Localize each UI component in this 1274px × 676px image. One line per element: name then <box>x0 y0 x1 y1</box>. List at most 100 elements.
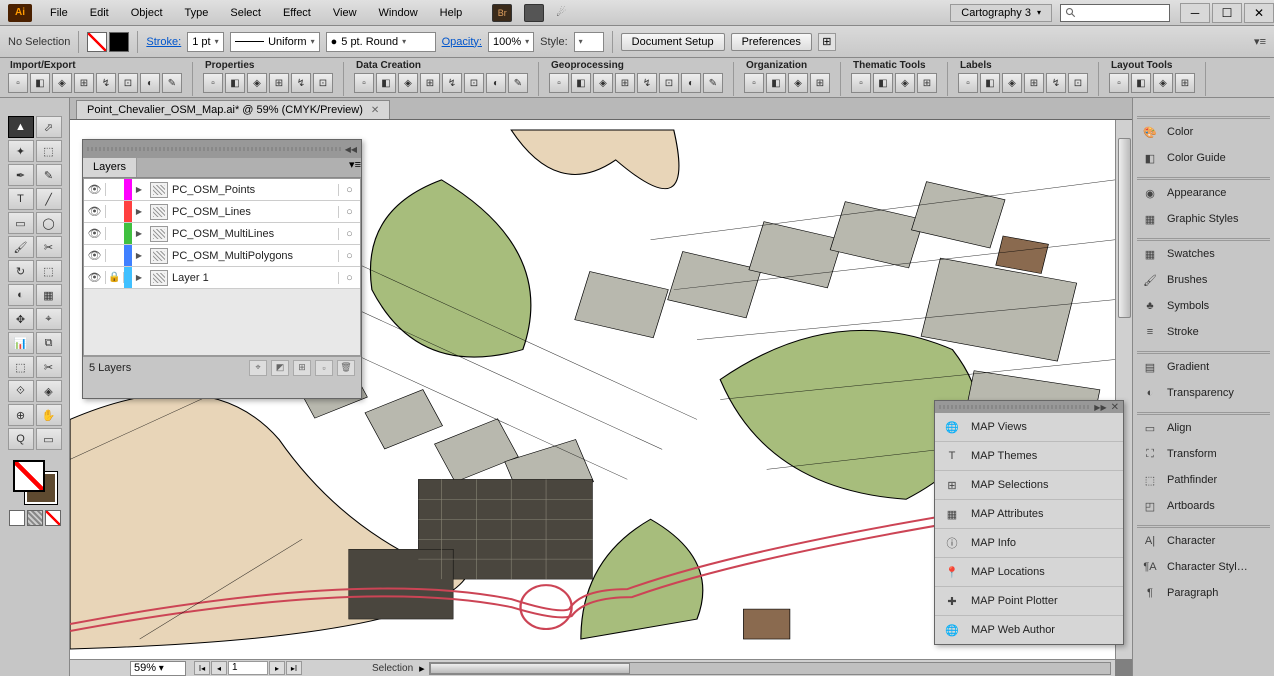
toolbar-button[interactable]: ▫ <box>958 73 978 93</box>
arrange-docs-icon[interactable] <box>524 4 544 22</box>
first-artboard-button[interactable]: I◂ <box>194 661 210 675</box>
toolbar-button[interactable]: ↯ <box>96 73 116 93</box>
toolbar-button[interactable]: ✎ <box>162 73 182 93</box>
target-icon[interactable]: ○ <box>338 228 360 240</box>
tool-button[interactable]: ╱ <box>36 188 62 210</box>
style-dropdown[interactable] <box>574 32 604 52</box>
toolbar-button[interactable]: ◐ <box>486 73 506 93</box>
expand-layer-icon[interactable]: ▶ <box>132 251 146 260</box>
toolbar-button[interactable]: ⊡ <box>1068 73 1088 93</box>
draw-mode-icons[interactable] <box>9 510 61 526</box>
collapse-panel-icon[interactable]: ◀◀ <box>345 145 357 154</box>
horizontal-scrollbar[interactable] <box>429 662 1111 675</box>
panel-shortcut[interactable]: ◉Appearance <box>1137 180 1270 206</box>
menu-help[interactable]: Help <box>430 3 473 23</box>
fill-swatch[interactable] <box>87 32 107 52</box>
new-sublayer-icon[interactable]: ⊞ <box>293 360 311 376</box>
tool-button[interactable]: ✋ <box>36 404 62 426</box>
target-icon[interactable]: ○ <box>338 250 360 262</box>
tool-button[interactable]: ⊕ <box>8 404 34 426</box>
layer-row[interactable]: 👁🔒▶Layer 1○ <box>84 267 360 289</box>
tool-button[interactable]: ✒ <box>8 164 34 186</box>
map-panel-item[interactable]: 🌐MAP Views <box>935 413 1123 442</box>
toolbar-button[interactable]: ⊡ <box>659 73 679 93</box>
toolbar-button[interactable]: ◈ <box>593 73 613 93</box>
menu-select[interactable]: Select <box>220 3 271 23</box>
toolbar-button[interactable]: ◐ <box>681 73 701 93</box>
menu-effect[interactable]: Effect <box>273 3 321 23</box>
tool-button[interactable]: ◈ <box>36 380 62 402</box>
tool-button[interactable]: ▦ <box>36 284 62 306</box>
toolbar-button[interactable]: ⊞ <box>615 73 635 93</box>
tool-button[interactable]: ⬚ <box>8 356 34 378</box>
lock-icon[interactable]: 🔒 <box>106 272 124 283</box>
tool-button[interactable]: ⬀ <box>36 116 62 138</box>
toolbar-button[interactable]: ◈ <box>1153 73 1173 93</box>
toolbar-button[interactable]: ▫ <box>851 73 871 93</box>
tool-button[interactable]: ▭ <box>8 212 34 234</box>
tool-button[interactable]: ▭ <box>36 428 62 450</box>
toolbar-button[interactable]: ⊞ <box>74 73 94 93</box>
panel-shortcut[interactable]: ¶Paragraph <box>1137 580 1270 606</box>
panel-shortcut[interactable]: ¶ACharacter Styl… <box>1137 554 1270 580</box>
tool-button[interactable]: ↻ <box>8 260 34 282</box>
opacity-link[interactable]: Opacity: <box>442 36 482 48</box>
workspace-switcher[interactable]: Cartography 3▾ <box>950 4 1052 22</box>
visibility-icon[interactable]: 👁 <box>84 205 106 218</box>
controlbar-menu-icon[interactable]: ▾≡ <box>1254 35 1266 48</box>
stroke-swatch[interactable] <box>109 32 129 52</box>
zoom-dropdown[interactable]: 59% ▾ <box>130 661 186 676</box>
tool-button[interactable]: ✂ <box>36 356 62 378</box>
toolbar-button[interactable]: ◧ <box>1131 73 1151 93</box>
panel-shortcut[interactable]: ◧Color Guide <box>1137 145 1270 171</box>
tool-button[interactable]: ⬚ <box>36 260 62 282</box>
vsp-dropdown[interactable]: Uniform <box>230 32 320 52</box>
overflow-icon[interactable]: ⊞ <box>818 33 836 51</box>
tool-button[interactable]: ✂ <box>36 236 62 258</box>
toolbar-button[interactable]: ◈ <box>398 73 418 93</box>
tool-button[interactable]: Q <box>8 428 34 450</box>
map-panel-item[interactable]: TMAP Themes <box>935 442 1123 471</box>
tool-button[interactable]: ⌖ <box>36 308 62 330</box>
search-input[interactable] <box>1060 4 1170 22</box>
panel-shortcut[interactable]: ⛶Transform <box>1137 441 1270 467</box>
panel-menu-icon[interactable]: ▾≡ <box>349 158 361 177</box>
document-tab[interactable]: Point_Chevalier_OSM_Map.ai* @ 59% (CMYK/… <box>76 100 390 119</box>
toolbar-button[interactable]: ⊞ <box>917 73 937 93</box>
tool-button[interactable]: 📊 <box>8 332 34 354</box>
panel-shortcut[interactable]: ⬚Pathfinder <box>1137 467 1270 493</box>
tool-button[interactable]: ⬚ <box>36 140 62 162</box>
layer-row[interactable]: 👁▶PC_OSM_MultiLines○ <box>84 223 360 245</box>
brush-dropdown[interactable]: ●5 pt. Round <box>326 32 436 52</box>
panel-shortcut[interactable]: 🎨Color <box>1137 119 1270 145</box>
tool-button[interactable]: ⧉ <box>36 332 62 354</box>
target-icon[interactable]: ○ <box>338 272 360 284</box>
expand-layer-icon[interactable]: ▶ <box>132 229 146 238</box>
toolbar-button[interactable]: ◧ <box>766 73 786 93</box>
menu-type[interactable]: Type <box>175 3 219 23</box>
tool-button[interactable]: ▲ <box>8 116 34 138</box>
map-panel-item[interactable]: ▦MAP Attributes <box>935 500 1123 529</box>
prev-artboard-button[interactable]: ◂ <box>211 661 227 675</box>
titlebar-misc-icon[interactable]: ☄ <box>556 6 566 19</box>
toolbar-button[interactable]: ⊞ <box>269 73 289 93</box>
toolbar-button[interactable]: ▫ <box>354 73 374 93</box>
target-icon[interactable]: ○ <box>338 184 360 196</box>
toolbar-button[interactable]: ⊡ <box>118 73 138 93</box>
toolbar-button[interactable]: ◧ <box>225 73 245 93</box>
expand-layer-icon[interactable]: ▶ <box>132 185 146 194</box>
toolbar-button[interactable]: ✎ <box>703 73 723 93</box>
toolbar-button[interactable]: ▫ <box>203 73 223 93</box>
last-artboard-button[interactable]: ▸I <box>286 661 302 675</box>
close-button[interactable]: ✕ <box>1244 3 1274 23</box>
layer-row[interactable]: 👁▶PC_OSM_MultiPolygons○ <box>84 245 360 267</box>
collapse-map-panel-icon[interactable]: ▶▶ <box>1094 403 1106 412</box>
panel-shortcut[interactable]: ▦Swatches <box>1137 241 1270 267</box>
map-panel-item[interactable]: ⊞MAP Selections <box>935 471 1123 500</box>
menu-object[interactable]: Object <box>121 3 173 23</box>
maximize-button[interactable]: ☐ <box>1212 3 1242 23</box>
toolbar-button[interactable]: ◧ <box>873 73 893 93</box>
expand-layer-icon[interactable]: ▶ <box>132 273 146 282</box>
visibility-icon[interactable]: 👁 <box>84 227 106 240</box>
locate-layer-icon[interactable]: ⌖ <box>249 360 267 376</box>
